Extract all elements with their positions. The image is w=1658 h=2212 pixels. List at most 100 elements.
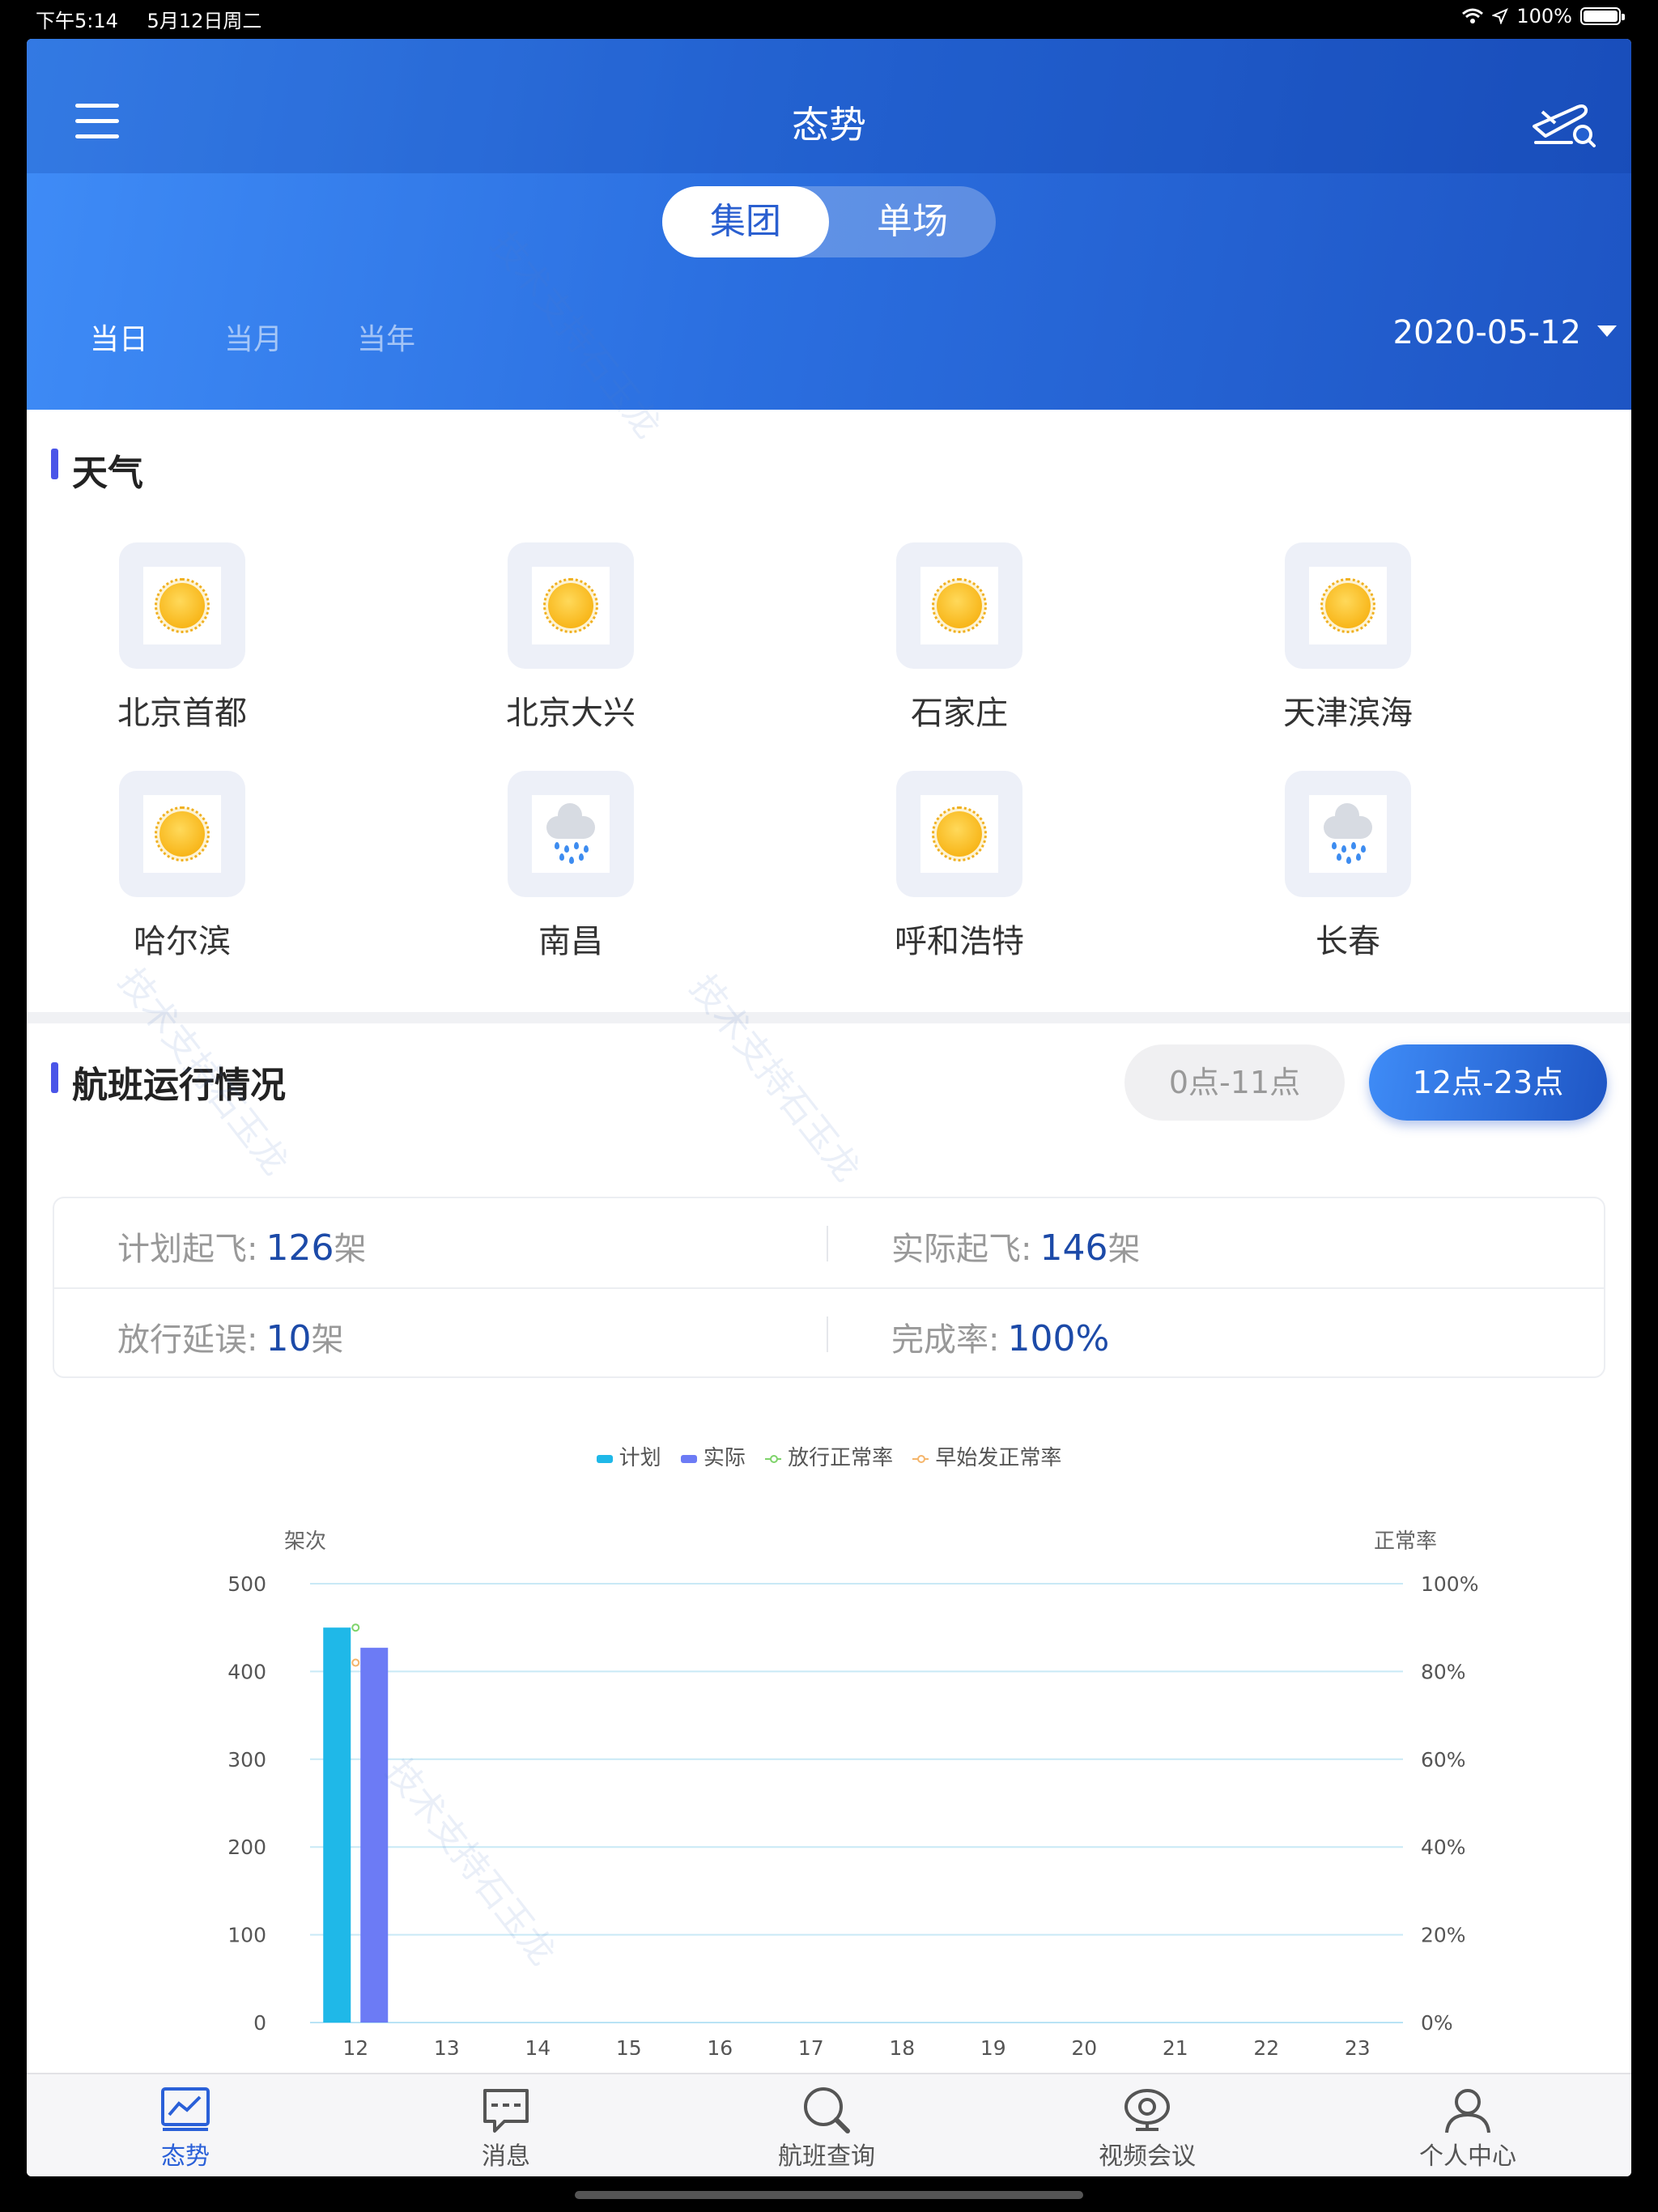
flight-stats-card: 计划起飞: 126架 实际起飞: 146架 放行延误: 10架 完成率: 100% bbox=[53, 1197, 1605, 1378]
x-tick-label: 23 bbox=[1345, 2036, 1371, 2055]
location-icon bbox=[1492, 8, 1509, 24]
range-morning-button[interactable]: 0点-11点 bbox=[1124, 1044, 1345, 1121]
user-icon bbox=[1445, 2089, 1490, 2133]
weather-icon-box bbox=[896, 771, 1022, 897]
period-day[interactable]: 当日 bbox=[90, 316, 148, 358]
x-tick-label: 19 bbox=[980, 2036, 1006, 2055]
period-month[interactable]: 当月 bbox=[224, 316, 283, 358]
y-axis-label: 架次 bbox=[284, 1529, 326, 1554]
stat-label: 完成率: bbox=[891, 1321, 1000, 1359]
y-right-tick-label: 20% bbox=[1421, 1924, 1466, 1947]
tab-bar: 态势 消息 航班查询 视频会议 个人中心 bbox=[27, 2073, 1631, 2176]
y-right-tick-label: 60% bbox=[1421, 1748, 1466, 1772]
weather-station-name: 石家庄 bbox=[911, 695, 1008, 732]
stat-completion: 完成率: 100% bbox=[891, 1313, 1109, 1360]
weather-item[interactable]: 哈尔滨 bbox=[93, 771, 271, 962]
chevron-down-icon[interactable] bbox=[1597, 325, 1617, 337]
monitor-chart-icon bbox=[161, 2087, 210, 2131]
stat-value: 100% bbox=[1007, 1318, 1110, 1359]
x-tick-label: 13 bbox=[434, 2036, 460, 2055]
stat-unit: 架 bbox=[311, 1321, 344, 1359]
stat-delay: 放行延误: 10架 bbox=[117, 1313, 343, 1360]
weather-item[interactable]: 呼和浩特 bbox=[870, 771, 1048, 962]
stat-unit: 架 bbox=[1107, 1231, 1141, 1268]
section-divider bbox=[27, 1012, 1631, 1023]
weather-item[interactable]: 长春 bbox=[1259, 771, 1437, 962]
tab-profile[interactable]: 个人中心 bbox=[1387, 2086, 1549, 2172]
stat-value: 146 bbox=[1039, 1227, 1108, 1269]
status-bar: 下午5:14 5月12日周二 100% bbox=[0, 0, 1658, 34]
scope-toggle: 集团 单场 bbox=[662, 186, 996, 257]
stat-label: 实际起飞: bbox=[891, 1231, 1032, 1268]
y-tick-label: 0 bbox=[253, 2011, 266, 2035]
stat-unit: 架 bbox=[334, 1231, 367, 1268]
tab-video-meeting[interactable]: 视频会议 bbox=[1066, 2086, 1228, 2172]
flight-search-icon[interactable] bbox=[1531, 102, 1597, 147]
sunny-icon bbox=[532, 567, 610, 644]
date-selector[interactable]: 2020-05-12 bbox=[1393, 314, 1581, 351]
stat-actual: 实际起飞: 146架 bbox=[891, 1223, 1140, 1270]
y-tick-label: 500 bbox=[227, 1572, 266, 1596]
tab-label: 个人中心 bbox=[1419, 2142, 1516, 2171]
segment-group[interactable]: 集团 bbox=[662, 186, 829, 257]
weather-item[interactable]: 南昌 bbox=[482, 771, 660, 962]
y-right-tick-label: 40% bbox=[1421, 1836, 1466, 1859]
app-window: 态势 集团 单场 当日 当月 当年 2020-05-12 天气 北京首都 北京大兴… bbox=[27, 39, 1631, 2176]
sunny-icon bbox=[143, 567, 221, 644]
x-tick-label: 20 bbox=[1071, 2036, 1097, 2055]
stat-label: 放行延误: bbox=[117, 1321, 258, 1359]
chart-canvas: 架次 正常率 0 100 200 300 400 500 0% 20% 40% 60% 80% 100% 1… bbox=[227, 1529, 1478, 2055]
weather-item[interactable]: 石家庄 bbox=[870, 542, 1048, 734]
stat-value: 126 bbox=[266, 1227, 334, 1269]
weather-item[interactable]: 北京大兴 bbox=[482, 542, 660, 734]
tab-situation[interactable]: 态势 bbox=[104, 2086, 266, 2172]
x-tick-label: 21 bbox=[1163, 2036, 1188, 2055]
segment-single-airport[interactable]: 单场 bbox=[829, 186, 996, 257]
stat-label: 计划起飞: bbox=[117, 1231, 258, 1268]
weather-icon-box bbox=[1285, 771, 1411, 897]
weather-title: 天气 bbox=[72, 453, 143, 494]
search-icon bbox=[804, 2087, 850, 2133]
weather-icon-box bbox=[508, 771, 634, 897]
x-tick-label: 22 bbox=[1253, 2036, 1279, 2055]
tab-messages[interactable]: 消息 bbox=[425, 2086, 587, 2172]
range-afternoon-button[interactable]: 12点-23点 bbox=[1369, 1044, 1607, 1121]
tab-flight-query[interactable]: 航班查询 bbox=[746, 2086, 908, 2172]
weather-station-name: 天津滨海 bbox=[1283, 695, 1413, 732]
y-right-tick-label: 0% bbox=[1421, 2011, 1453, 2035]
sunny-icon bbox=[920, 795, 998, 873]
point-放行正常率 bbox=[351, 1623, 360, 1632]
section-marker bbox=[51, 1062, 58, 1093]
flights-title: 航班运行情况 bbox=[72, 1065, 286, 1106]
x-tick-label: 15 bbox=[616, 2036, 642, 2055]
weather-item[interactable]: 北京首都 bbox=[93, 542, 271, 734]
weather-station-name: 呼和浩特 bbox=[895, 923, 1024, 960]
tab-label: 消息 bbox=[482, 2142, 530, 2171]
status-time: 下午5:14 bbox=[36, 10, 118, 32]
flights-chart: 计划 实际 放行正常率 早始发正常率 架次 正常率 0 100 200 300 400 500… bbox=[27, 1407, 1631, 2055]
weather-item[interactable]: 天津滨海 bbox=[1259, 542, 1437, 734]
y-right-tick-label: 100% bbox=[1421, 1572, 1478, 1596]
y-right-tick-label: 80% bbox=[1421, 1660, 1466, 1683]
period-year[interactable]: 当年 bbox=[357, 316, 415, 358]
wifi-icon bbox=[1462, 8, 1484, 23]
message-icon bbox=[483, 2089, 529, 2133]
weather-icon-box bbox=[119, 542, 245, 669]
stat-planned: 计划起飞: 126架 bbox=[117, 1223, 366, 1270]
tab-label: 视频会议 bbox=[1099, 2142, 1196, 2171]
webcam-icon bbox=[1124, 2089, 1170, 2131]
page-title: 态势 bbox=[792, 103, 866, 147]
sunny-icon bbox=[920, 567, 998, 644]
weather-station-name: 长春 bbox=[1316, 923, 1380, 960]
x-tick-label: 14 bbox=[525, 2036, 551, 2055]
status-date: 5月12日周二 bbox=[147, 10, 262, 32]
weather-icon-box bbox=[1285, 542, 1411, 669]
x-tick-label: 12 bbox=[342, 2036, 368, 2055]
weather-station-name: 哈尔滨 bbox=[134, 923, 231, 960]
home-indicator[interactable] bbox=[575, 2191, 1083, 2199]
stat-value: 10 bbox=[266, 1318, 312, 1359]
y-axis-right-label: 正常率 bbox=[1374, 1529, 1437, 1554]
rain-icon bbox=[532, 795, 610, 873]
weather-station-name: 北京大兴 bbox=[506, 695, 636, 732]
x-tick-label: 16 bbox=[707, 2036, 733, 2055]
